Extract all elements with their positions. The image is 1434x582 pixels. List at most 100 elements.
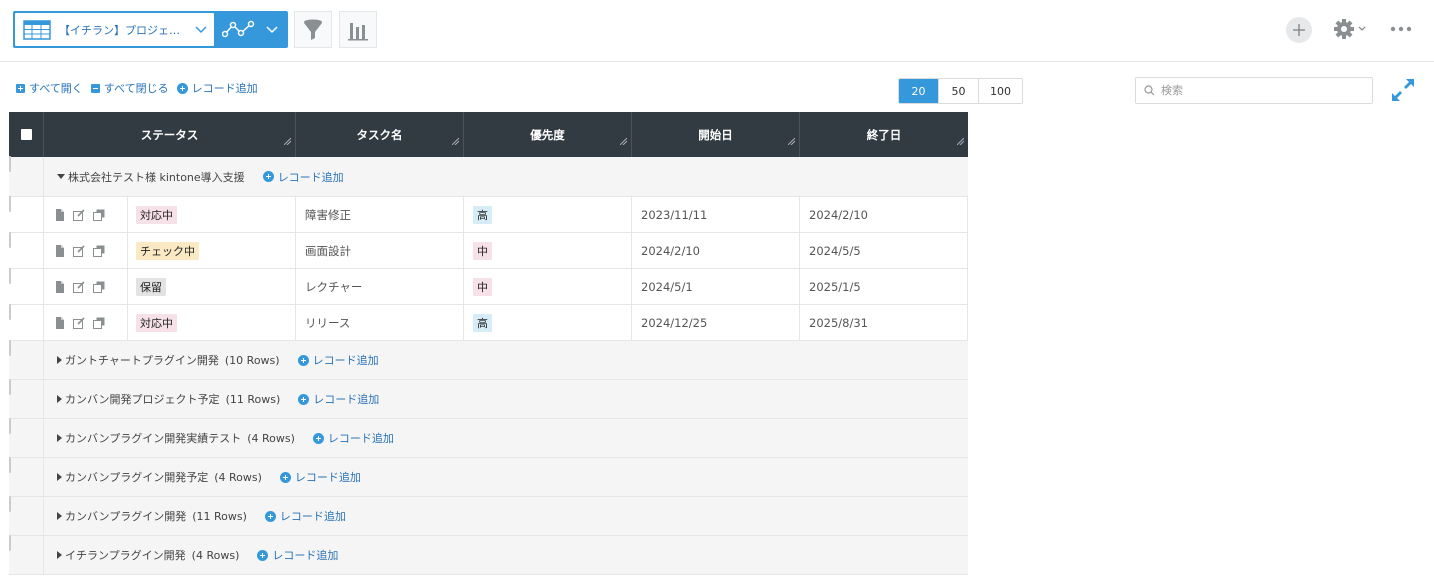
resize-grip-icon[interactable] [284, 138, 291, 145]
group-add-record-link[interactable]: レコード追加 [312, 430, 394, 446]
caret-right-icon[interactable] [57, 551, 62, 559]
graph-selector[interactable] [214, 13, 286, 46]
row-checkbox[interactable] [9, 418, 11, 434]
group-header[interactable]: カンバン開発プロジェクト予定 (11 Rows) レコード追加 [44, 380, 968, 418]
fullscreen-icon[interactable] [1390, 77, 1416, 103]
collapse-all-link[interactable]: すべて閉じる [90, 80, 169, 96]
copy-icon[interactable] [93, 281, 105, 293]
row-checkbox[interactable] [9, 340, 11, 356]
view-selector[interactable]: 【イチラン】プロジェ… [13, 11, 288, 48]
row-checkbox[interactable] [9, 156, 11, 172]
document-icon[interactable] [55, 316, 65, 329]
end-date-cell[interactable]: 2024/2/10 [800, 197, 968, 232]
group-add-record-link[interactable]: レコード追加 [298, 391, 379, 407]
group-header[interactable]: ガントチャートプラグイン開発 (10 Rows) レコード追加 [44, 341, 968, 379]
page-size-100[interactable]: 100 [978, 79, 1022, 103]
task-cell[interactable]: リリース [296, 305, 464, 340]
copy-icon[interactable] [93, 245, 105, 257]
group-header[interactable]: 株式会社テスト様 kintone導入支援 レコード追加 [44, 157, 968, 196]
settings-button[interactable] [1333, 17, 1369, 41]
edit-icon[interactable] [73, 244, 85, 257]
add-record-button[interactable] [1286, 17, 1312, 43]
status-cell[interactable]: 対応中 [128, 197, 296, 232]
document-icon[interactable] [55, 244, 65, 257]
status-cell[interactable]: チェック中 [128, 233, 296, 268]
resize-grip-icon[interactable] [788, 138, 795, 145]
start-date-cell[interactable]: 2024/12/25 [632, 305, 800, 340]
edit-icon[interactable] [73, 316, 85, 329]
end-date-cell[interactable]: 2024/5/5 [800, 233, 968, 268]
status-cell[interactable]: 対応中 [128, 305, 296, 340]
caret-right-icon[interactable] [57, 434, 62, 442]
add-record-label: レコード追加 [191, 82, 258, 95]
graph-button[interactable] [339, 11, 377, 48]
row-checkbox[interactable] [9, 457, 11, 473]
group-row[interactable]: カンバン開発プロジェクト予定 (11 Rows) レコード追加 [9, 379, 968, 419]
status-cell[interactable]: 保留 [128, 269, 296, 304]
more-options-button[interactable] [1390, 22, 1414, 36]
caret-right-icon[interactable] [57, 356, 62, 364]
group-header[interactable]: カンバンプラグイン開発予定 (4 Rows) レコード追加 [44, 458, 968, 496]
caret-down-icon[interactable] [57, 174, 65, 179]
edit-icon[interactable] [73, 280, 85, 293]
filter-button[interactable] [294, 11, 332, 48]
priority-cell[interactable]: 高 [464, 197, 632, 232]
start-date-cell[interactable]: 2024/5/1 [632, 269, 800, 304]
add-record-link[interactable]: レコード追加 [176, 80, 258, 96]
group-add-record-link[interactable]: レコード追加 [257, 547, 338, 563]
group-add-record-link[interactable]: レコード追加 [279, 469, 361, 485]
group-add-record-link[interactable]: レコード追加 [297, 352, 379, 368]
start-date-cell[interactable]: 2023/11/11 [632, 197, 800, 232]
group-row[interactable]: イチランプラグイン開発 (4 Rows) レコード追加 [9, 535, 968, 575]
row-checkbox[interactable] [9, 379, 11, 395]
group-row[interactable]: カンバンプラグイン開発予定 (4 Rows) レコード追加 [9, 457, 968, 497]
resize-grip-icon[interactable] [452, 138, 459, 145]
task-cell[interactable]: 障害修正 [296, 197, 464, 232]
start-date-cell[interactable]: 2024/2/10 [632, 233, 800, 268]
header-select-all[interactable] [9, 112, 44, 157]
priority-cell[interactable]: 高 [464, 305, 632, 340]
caret-right-icon[interactable] [57, 473, 62, 481]
search-input[interactable] [1161, 84, 1361, 97]
column-header-end[interactable]: 終了日 [800, 112, 968, 157]
row-checkbox[interactable] [9, 496, 11, 512]
row-checkbox[interactable] [9, 232, 11, 248]
task-cell[interactable]: レクチャー [296, 269, 464, 304]
column-header-priority[interactable]: 優先度 [464, 112, 632, 157]
group-header[interactable]: カンバンプラグイン開発 (11 Rows) レコード追加 [44, 497, 968, 535]
priority-cell[interactable]: 中 [464, 269, 632, 304]
column-header-start[interactable]: 開始日 [632, 112, 800, 157]
column-header-task[interactable]: タスク名 [296, 112, 464, 157]
row-checkbox[interactable] [9, 535, 11, 551]
group-row[interactable]: 株式会社テスト様 kintone導入支援 レコード追加 [9, 156, 968, 197]
caret-right-icon[interactable] [57, 512, 62, 520]
row-checkbox[interactable] [9, 304, 11, 320]
group-header[interactable]: カンバンプラグイン開発実績テスト (4 Rows) レコード追加 [44, 419, 968, 457]
expand-all-link[interactable]: すべて開く [16, 80, 83, 96]
resize-grip-icon[interactable] [620, 138, 627, 145]
page-size-50[interactable]: 50 [938, 79, 978, 103]
caret-right-icon[interactable] [57, 395, 62, 403]
row-checkbox[interactable] [9, 196, 11, 212]
group-row[interactable]: カンバンプラグイン開発 (11 Rows) レコード追加 [9, 496, 968, 536]
group-header[interactable]: イチランプラグイン開発 (4 Rows) レコード追加 [44, 536, 968, 574]
resize-grip-icon[interactable] [957, 138, 964, 145]
group-row[interactable]: カンバンプラグイン開発実績テスト (4 Rows) レコード追加 [9, 418, 968, 458]
group-add-record-link[interactable]: レコード追加 [262, 169, 344, 185]
document-icon[interactable] [55, 208, 65, 221]
copy-icon[interactable] [93, 317, 105, 329]
priority-cell[interactable]: 中 [464, 233, 632, 268]
row-checkbox[interactable] [9, 268, 11, 284]
end-date-cell[interactable]: 2025/1/5 [800, 269, 968, 304]
page-size-20[interactable]: 20 [899, 79, 938, 103]
document-icon[interactable] [55, 280, 65, 293]
group-add-record-link[interactable]: レコード追加 [264, 508, 346, 524]
task-cell[interactable]: 画面設計 [296, 233, 464, 268]
end-date-cell[interactable]: 2025/8/31 [800, 305, 968, 340]
column-header-status[interactable]: ステータス [44, 112, 296, 157]
copy-icon[interactable] [93, 209, 105, 221]
edit-icon[interactable] [73, 208, 85, 221]
select-all-checkbox[interactable] [20, 129, 32, 140]
group-row[interactable]: ガントチャートプラグイン開発 (10 Rows) レコード追加 [9, 340, 968, 380]
view-dropdown[interactable]: 【イチラン】プロジェ… [15, 13, 214, 46]
